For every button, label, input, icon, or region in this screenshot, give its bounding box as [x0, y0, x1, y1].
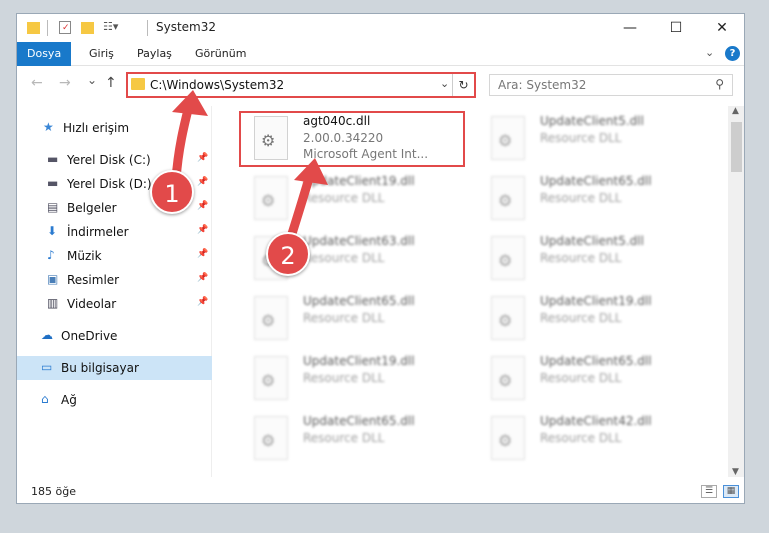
step-1-badge: 1: [150, 170, 194, 214]
annotation-arrows: [171, 90, 328, 245]
step-2-badge: 2: [266, 232, 310, 276]
arrow-2: [285, 170, 315, 245]
arrow-2-head: [294, 158, 328, 185]
arrow-1-head: [172, 90, 208, 116]
